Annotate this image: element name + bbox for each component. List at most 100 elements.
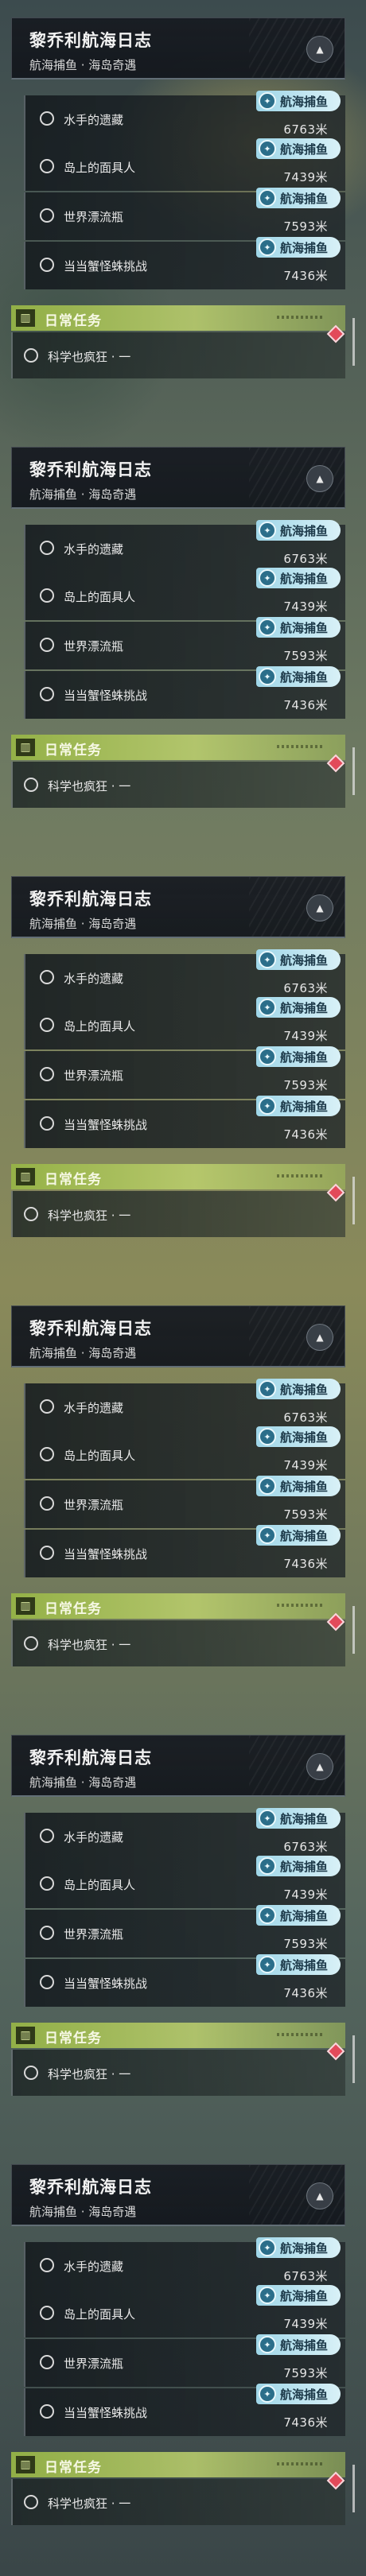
quest-status-circle-icon (40, 159, 54, 173)
quest-item[interactable]: 岛上的面具人 ✦ 航海捕鱼 7439米 (24, 997, 345, 1049)
daily-task-header[interactable]: ▥ 日常任务 (11, 1593, 345, 1619)
quest-status-circle-icon (40, 1829, 54, 1843)
quest-category-tag: ✦ 航海捕鱼 (256, 997, 341, 1018)
quest-item[interactable]: 世界漂流瓶 ✦ 航海捕鱼 7593米 (24, 188, 345, 240)
quest-category-tag: ✦ 航海捕鱼 (256, 1808, 341, 1829)
fishing-tag-icon: ✦ (259, 1048, 276, 1065)
quest-status-circle-icon (40, 2258, 54, 2272)
quest-item[interactable]: 岛上的面具人 ✦ 航海捕鱼 7439米 (24, 568, 345, 620)
daily-task-label: 日常任务 (45, 1601, 102, 1617)
quest-item[interactable]: 水手的遗藏 ✦ 航海捕鱼 6763米 (24, 949, 345, 1002)
quest-log-header[interactable]: 黎乔利航海日志 航海捕鱼 · 海岛奇遇 ▲ (11, 1735, 345, 1797)
quest-category-tag: ✦ 航海捕鱼 (256, 1525, 341, 1546)
daily-task-header[interactable]: ▥ 日常任务 (11, 305, 345, 331)
quest-name: 岛上的面具人 (64, 1449, 136, 1463)
quest-item[interactable]: 水手的遗藏 ✦ 航海捕鱼 6763米 (24, 91, 345, 143)
scrollbar[interactable] (352, 318, 355, 366)
quest-item[interactable]: 世界漂流瓶 ✦ 航海捕鱼 7593米 (24, 1046, 345, 1099)
quest-status-circle-icon (40, 1496, 54, 1511)
quest-distance: 7439米 (283, 2317, 328, 2331)
daily-task-header[interactable]: ▥ 日常任务 (11, 2452, 345, 2477)
quest-name: 当当蟹怪蛛挑战 (64, 1118, 148, 1132)
quest-log-header[interactable]: 黎乔利航海日志 航海捕鱼 · 海岛奇遇 ▲ (11, 447, 345, 509)
quest-tag-label: 航海捕鱼 (280, 1859, 329, 1874)
daily-task-item[interactable]: 科学也疯狂 · 一 (11, 324, 345, 378)
quest-tag-label: 航海捕鱼 (280, 1099, 329, 1114)
quest-distance: 7593米 (283, 219, 328, 234)
quest-tag-label: 航海捕鱼 (280, 94, 329, 109)
chevron-up-icon[interactable]: ▲ (306, 36, 333, 63)
quest-name: 岛上的面具人 (64, 1019, 136, 1034)
quest-log-header[interactable]: 黎乔利航海日志 航海捕鱼 · 海岛奇遇 ▲ (11, 17, 345, 80)
quest-item[interactable]: 岛上的面具人 ✦ 航海捕鱼 7439米 (24, 1426, 345, 1479)
daily-task-item[interactable]: 科学也疯狂 · 一 (11, 1612, 345, 1666)
daily-task-name: 科学也疯狂 · 一 (48, 350, 131, 364)
quest-item[interactable]: 当当蟹怪蛛挑战 ✦ 航海捕鱼 7436米 (24, 237, 345, 289)
quest-item[interactable]: 水手的遗藏 ✦ 航海捕鱼 6763米 (24, 1808, 345, 1860)
scrollbar[interactable] (352, 1177, 355, 1224)
quest-name: 水手的遗藏 (64, 1401, 124, 1415)
daily-task-label: 日常任务 (45, 743, 102, 758)
task-status-circle-icon (24, 778, 38, 792)
quest-item[interactable]: 水手的遗藏 ✦ 航海捕鱼 6763米 (24, 1379, 345, 1431)
quest-category-tag: ✦ 航海捕鱼 (256, 188, 341, 208)
daily-task-item[interactable]: 科学也疯狂 · 一 (11, 2042, 345, 2096)
quest-log-title: 黎乔利航海日志 (29, 890, 152, 909)
daily-task-header[interactable]: ▥ 日常任务 (11, 2023, 345, 2048)
scrollbar[interactable] (352, 747, 355, 795)
quest-category-tag: ✦ 航海捕鱼 (256, 2334, 341, 2355)
quest-distance: 7436米 (283, 1557, 328, 1571)
daily-task-label: 日常任务 (45, 1172, 102, 1188)
quest-status-circle-icon (40, 1975, 54, 1989)
chevron-up-icon[interactable]: ▲ (306, 894, 333, 921)
quest-item[interactable]: 岛上的面具人 ✦ 航海捕鱼 7439米 (24, 1856, 345, 1908)
daily-task-header[interactable]: ▥ 日常任务 (11, 735, 345, 760)
scrollbar[interactable] (352, 1606, 355, 1654)
chevron-up-icon[interactable]: ▲ (306, 1753, 333, 1780)
daily-task-item[interactable]: 科学也疯狂 · 一 (11, 2471, 345, 2525)
quest-item[interactable]: 世界漂流瓶 ✦ 航海捕鱼 7593米 (24, 1476, 345, 1528)
quest-item[interactable]: 世界漂流瓶 ✦ 航海捕鱼 7593米 (24, 1905, 345, 1957)
scrollbar[interactable] (352, 2465, 355, 2512)
quest-tag-label: 航海捕鱼 (280, 2288, 329, 2303)
quest-item[interactable]: 当当蟹怪蛛挑战 ✦ 航海捕鱼 7436米 (24, 1525, 345, 1577)
book-icon: ▥ (16, 2456, 35, 2473)
quest-tag-label: 航海捕鱼 (280, 2337, 329, 2353)
quest-log-subtitle: 航海捕鱼 · 海岛奇遇 (29, 2205, 137, 2219)
quest-log-panel: 黎乔利航海日志 航海捕鱼 · 海岛奇遇 ▲ 水手的遗藏 ✦ 航海捕鱼 6763米… (0, 1288, 366, 1717)
daily-task-item[interactable]: 科学也疯狂 · 一 (11, 754, 345, 808)
quest-item[interactable]: 水手的遗藏 ✦ 航海捕鱼 6763米 (24, 520, 345, 572)
quest-status-circle-icon (40, 1067, 54, 1081)
quest-status-circle-icon (40, 1018, 54, 1032)
quest-log-subtitle: 航海捕鱼 · 海岛奇遇 (29, 1775, 137, 1790)
quest-category-tag: ✦ 航海捕鱼 (256, 1476, 341, 1496)
quest-status-circle-icon (40, 970, 54, 984)
chevron-up-icon[interactable]: ▲ (306, 2182, 333, 2209)
daily-task-item[interactable]: 科学也疯狂 · 一 (11, 1183, 345, 1237)
quest-item[interactable]: 世界漂流瓶 ✦ 航海捕鱼 7593米 (24, 617, 345, 669)
quest-item[interactable]: 当当蟹怪蛛挑战 ✦ 航海捕鱼 7436米 (24, 1096, 345, 1148)
daily-task-header[interactable]: ▥ 日常任务 (11, 1164, 345, 1189)
quest-distance: 6763米 (283, 552, 328, 566)
quest-tag-label: 航海捕鱼 (280, 1908, 329, 1923)
quest-item[interactable]: 世界漂流瓶 ✦ 航海捕鱼 7593米 (24, 2334, 345, 2387)
quest-log-header[interactable]: 黎乔利航海日志 航海捕鱼 · 海岛奇遇 ▲ (11, 1305, 345, 1368)
quest-log-header[interactable]: 黎乔利航海日志 航海捕鱼 · 海岛奇遇 ▲ (11, 876, 345, 938)
scrollbar[interactable] (352, 2035, 355, 2083)
quest-item[interactable]: 当当蟹怪蛛挑战 ✦ 航海捕鱼 7436米 (24, 1954, 345, 2007)
quest-item[interactable]: 岛上的面具人 ✦ 航海捕鱼 7439米 (24, 2285, 345, 2337)
quest-name: 水手的遗藏 (64, 2260, 124, 2274)
quest-item[interactable]: 水手的遗藏 ✦ 航海捕鱼 6763米 (24, 2237, 345, 2290)
quest-log-header[interactable]: 黎乔利航海日志 航海捕鱼 · 海岛奇遇 ▲ (11, 2164, 345, 2226)
fishing-tag-icon: ✦ (259, 92, 276, 110)
fishing-tag-icon: ✦ (259, 189, 276, 207)
quest-name: 岛上的面具人 (64, 1878, 136, 1892)
quest-item[interactable]: 岛上的面具人 ✦ 航海捕鱼 7439米 (24, 138, 345, 191)
quest-item[interactable]: 当当蟹怪蛛挑战 ✦ 航海捕鱼 7436米 (24, 2384, 345, 2436)
book-icon: ▥ (16, 739, 35, 756)
chevron-up-icon[interactable]: ▲ (306, 1324, 333, 1351)
quest-distance: 7593米 (283, 1937, 328, 1951)
chevron-up-icon[interactable]: ▲ (306, 465, 333, 492)
quest-item[interactable]: 当当蟹怪蛛挑战 ✦ 航海捕鱼 7436米 (24, 666, 345, 719)
header-decoration (277, 2033, 325, 2036)
